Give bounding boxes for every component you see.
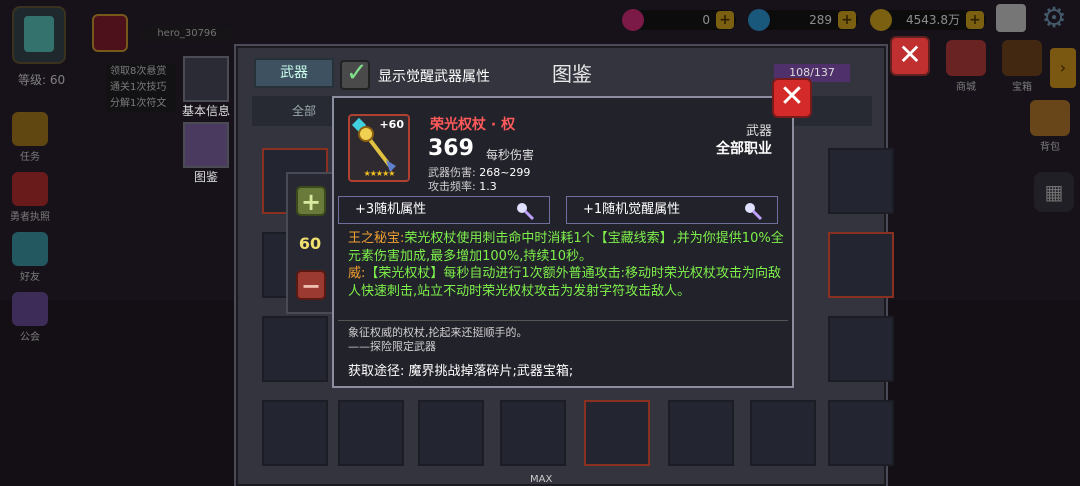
random-awaken-attr-button[interactable]: +1随机觉醒属性 — [566, 196, 778, 224]
effect-key: 王之秘宝: — [348, 231, 405, 246]
codex-icon — [183, 122, 229, 168]
tab-label: 图鉴 — [193, 170, 218, 184]
weapon-icon: +60 ★★★★★ — [348, 114, 410, 182]
checkmark-icon: ✓ — [346, 58, 368, 88]
max-label: MAX — [530, 474, 553, 485]
level-decrease-button[interactable]: − — [296, 270, 326, 300]
dps-value: 369 — [428, 136, 474, 161]
level-value: 60 — [298, 234, 322, 253]
weapon-cell[interactable] — [828, 148, 894, 214]
weapon-cell[interactable] — [668, 400, 734, 466]
filter-all-1[interactable]: 全部 — [292, 102, 316, 119]
acquire-source: 获取途径: 魔界挑战掉落碎片;武器宝箱; — [348, 364, 574, 379]
weapon-cell[interactable] — [338, 400, 404, 466]
weapon-cell[interactable] — [828, 316, 894, 382]
effect-text: 荣光权杖使用刺击命中时消耗1个【宝藏线索】,并为你提供10%全元素伤害加成,最多… — [348, 231, 784, 264]
rate-stat: 攻击频率: 1.3 — [428, 178, 497, 194]
dps-label: 每秒伤害 — [486, 148, 535, 162]
tab-codex[interactable]: 图鉴 — [180, 122, 232, 185]
divider — [338, 320, 788, 321]
weapon-cell[interactable] — [262, 400, 328, 466]
attr-label: +1随机觉醒属性 — [583, 202, 681, 217]
weapon-cell[interactable] — [750, 400, 816, 466]
magic-wand-icon — [517, 203, 535, 221]
tab-label: 基本信息 — [181, 104, 230, 118]
rate-value: 1.3 — [479, 180, 497, 193]
weapon-effects: 王之秘宝:荣光权杖使用刺击命中时消耗1个【宝藏线索】,并为你提供10%全元素伤害… — [348, 230, 784, 300]
tab-weapon[interactable]: 武器 — [254, 58, 334, 88]
weapon-cell[interactable] — [584, 400, 650, 466]
rarity-stars: ★★★★★ — [363, 169, 396, 178]
codex-title: 图鉴 — [552, 62, 592, 86]
weapon-cell[interactable] — [828, 232, 894, 298]
tab-basic-info[interactable]: 基本信息 — [180, 56, 232, 119]
weapon-cell[interactable] — [500, 400, 566, 466]
effect-2: 威:【荣光权杖】每秒自动进行1次额外普通攻击:移动时荣光权杖攻击为向敌人快速刺击… — [348, 265, 784, 300]
awaken-checkbox[interactable]: ✓ — [340, 58, 370, 90]
flavor-text: 象征权威的权杖,抡起来还挺顺手的。 ——探险限定武器 — [348, 326, 528, 354]
random-attr-button[interactable]: +3随机属性 — [338, 196, 550, 224]
effect-text: 【荣光权杖】每秒自动进行1次额外普通攻击:移动时荣光权杖攻击为向敌人快速刺击,站… — [348, 266, 782, 299]
effect-key: 威: — [348, 266, 366, 281]
magic-wand-icon — [745, 203, 763, 221]
awaken-toggle[interactable]: ✓ 显示觉醒武器属性 — [340, 58, 520, 90]
flavor-line: 象征权威的权杖,抡起来还挺顺手的。 — [348, 326, 528, 339]
tooltip-close-button[interactable]: ✕ — [772, 78, 812, 118]
effect-1: 王之秘宝:荣光权杖使用刺击命中时消耗1个【宝藏线索】,并为你提供10%全元素伤害… — [348, 230, 784, 265]
weapon-cell[interactable] — [418, 400, 484, 466]
attr-label: +3随机属性 — [355, 202, 427, 217]
flavor-line: ——探险限定武器 — [348, 340, 436, 353]
weapon-cell[interactable] — [262, 316, 328, 382]
weapon-name: 荣光权杖 · 权 — [430, 117, 516, 133]
awaken-label: 显示觉醒武器属性 — [378, 69, 490, 85]
codex-close-button[interactable]: ✕ — [890, 36, 930, 76]
rate-label: 攻击频率: — [428, 180, 476, 193]
level-stepper: + 60 − — [286, 172, 334, 314]
weapon-detail-panel: ✕ +60 ★★★★★ 荣光权杖 · 权 369 每秒伤害 武器伤害: 268~… — [332, 78, 812, 388]
weapon-cell[interactable] — [828, 400, 894, 466]
star-icon — [183, 56, 229, 102]
item-type: 武器 — [745, 124, 772, 139]
item-class: 全部职业 — [716, 141, 772, 157]
level-increase-button[interactable]: + — [296, 186, 326, 216]
